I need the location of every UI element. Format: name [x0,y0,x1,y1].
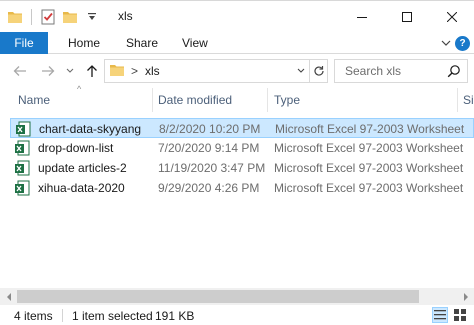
quick-access-toolbar [6,8,101,26]
status-separator [62,309,63,322]
file-row[interactable]: chart-data-skyyang 8/2/2020 10:20 PM Mic… [10,118,474,138]
sort-ascending-icon: ^ [77,84,82,94]
tab-home[interactable]: Home [68,32,100,54]
status-bar: 4 items 1 item selected 191 KB [0,305,474,325]
chevron-down-icon[interactable] [293,60,309,82]
close-button[interactable] [429,1,474,32]
help-icon[interactable]: ? [455,36,470,51]
title-bar: xls [0,0,474,32]
file-row[interactable]: xihua-data-2020 9/29/2020 4:26 PM Micros… [10,178,474,198]
file-date: 7/20/2020 9:14 PM [158,141,260,155]
breadcrumb-separator[interactable]: > [131,64,138,78]
horizontal-scrollbar[interactable] [0,288,474,305]
selection-count: 1 item selected [72,309,153,323]
expand-ribbon-icon[interactable] [438,35,454,51]
tab-share[interactable]: Share [126,32,158,54]
refresh-icon[interactable] [309,60,327,82]
excel-file-icon [14,160,30,176]
file-type: Microsoft Excel 97-2003 Worksheet [274,141,464,155]
file-name: update articles-2 [38,161,127,175]
column-divider[interactable] [267,88,268,112]
search-placeholder: Search xls [345,64,402,78]
folder-icon [6,8,24,26]
file-name: xihua-data-2020 [38,181,125,195]
file-date: 9/29/2020 4:26 PM [158,181,260,195]
file-name: chart-data-skyyang [39,122,142,136]
file-list: chart-data-skyyang 8/2/2020 10:20 PM Mic… [0,116,474,286]
ribbon-tabs: File Home Share View ? [0,32,474,54]
scroll-right-icon[interactable] [457,288,474,305]
column-header-size[interactable]: Si [463,93,474,107]
excel-file-icon [15,121,31,137]
file-row[interactable]: drop-down-list 7/20/2020 9:14 PM Microso… [10,138,474,158]
window-title: xls [118,9,133,23]
back-arrow-icon[interactable] [12,63,28,79]
column-header-name[interactable]: Name [18,93,50,107]
item-count: 4 items [14,309,53,323]
new-folder-icon[interactable] [61,8,79,26]
file-type: Microsoft Excel 97-2003 Worksheet [274,181,464,195]
details-view-icon[interactable] [432,307,448,323]
column-divider[interactable] [457,88,458,112]
column-header-date-modified[interactable]: Date modified [158,93,232,107]
toolbar-separator [31,9,32,25]
file-type: Microsoft Excel 97-2003 Worksheet [275,122,465,136]
selection-size: 191 KB [155,309,195,323]
properties-icon[interactable] [39,8,57,26]
navigation-bar: > xls Search xls [0,54,474,88]
folder-icon [109,63,125,79]
column-header-row: ^ Name Date modified Type Si [0,84,474,112]
file-type: Microsoft Excel 97-2003 Worksheet [274,161,464,175]
search-icon[interactable] [447,64,461,78]
file-name: drop-down-list [38,141,114,155]
up-arrow-icon[interactable] [84,63,100,79]
search-input[interactable]: Search xls [334,59,468,83]
forward-arrow-icon[interactable] [40,63,56,79]
address-bar[interactable]: > xls [104,59,328,83]
file-date: 8/2/2020 10:20 PM [159,122,261,136]
customize-toolbar-icon[interactable] [83,8,101,26]
large-icons-view-icon[interactable] [452,307,468,323]
excel-file-icon [14,180,30,196]
column-divider[interactable] [152,88,153,112]
scrollbar-thumb[interactable] [17,290,419,303]
file-row[interactable]: update articles-2 11/19/2020 3:47 PM Mic… [10,158,474,178]
tab-file[interactable]: File [0,32,48,54]
excel-file-icon [14,140,30,156]
file-date: 11/19/2020 3:47 PM [158,161,266,175]
scroll-left-icon[interactable] [0,288,17,305]
maximize-button[interactable] [384,1,429,32]
recent-locations-chevron-icon[interactable] [62,63,78,79]
column-header-type[interactable]: Type [274,93,300,107]
minimize-button[interactable] [339,1,384,32]
breadcrumb-folder[interactable]: xls [145,64,160,78]
tab-view[interactable]: View [182,32,208,54]
